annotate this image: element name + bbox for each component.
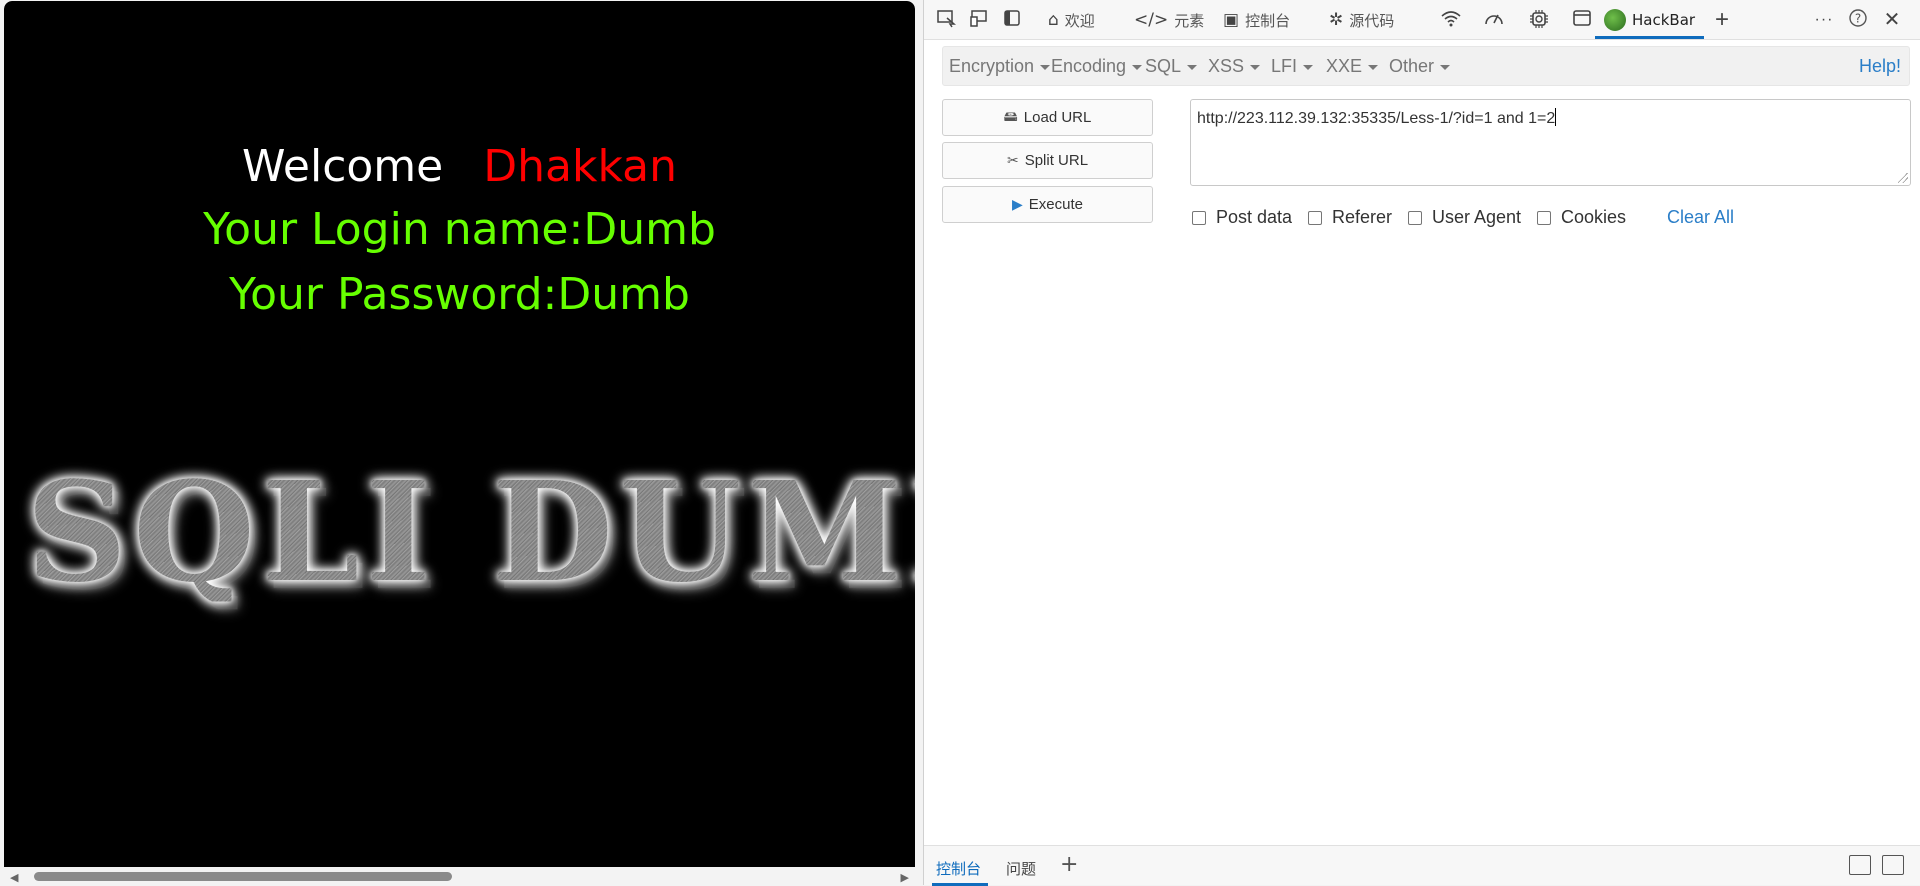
welcome-name: Dhakkan [483,141,678,192]
drawer-tab-console[interactable]: 控制台 [936,858,981,879]
expand-drawer-icon[interactable] [1882,855,1904,875]
plus-icon[interactable]: + [1710,8,1734,32]
cookies-checkbox[interactable] [1537,210,1551,225]
clear-all-link[interactable]: Clear All [1667,207,1734,228]
inspect-icon[interactable] [934,8,958,32]
help-icon[interactable]: ? [1846,8,1870,32]
menu-lfi[interactable]: LFI [1271,56,1314,77]
tab-elements-label: 元素 [1174,11,1205,30]
menu-other[interactable]: Other [1389,56,1451,77]
chevron-down-icon [1132,64,1143,70]
password-line: Your Password:Dumb [229,269,690,320]
url-input[interactable]: http://223.112.39.132:35335/Less-1/?id=1… [1190,99,1911,186]
chevron-down-icon [1040,64,1051,70]
hackbar-logo-icon [1604,9,1626,31]
tab-sources-label: 源代码 [1349,11,1395,30]
post-data-checkbox[interactable] [1192,210,1206,225]
menu-lfi-label: LFI [1271,56,1298,76]
close-icon[interactable]: ✕ [1880,8,1904,32]
menu-other-label: Other [1389,56,1435,76]
tab-elements[interactable]: </> 元素 [1134,6,1204,34]
chevron-down-icon [1250,64,1261,70]
welcome-line: Welcome Dhakkan [4,145,915,189]
home-icon: ⌂ [1048,10,1059,30]
horizontal-scrollbar[interactable]: ◀ ▶ [4,867,915,885]
drawer-add-tab-icon[interactable]: + [1060,852,1078,877]
chip-icon[interactable] [1527,8,1551,32]
referer-option[interactable]: Referer [1308,207,1392,228]
menu-xss[interactable]: XSS [1208,56,1261,77]
load-url-button[interactable]: 🖴 Load URL [942,99,1153,136]
devtools-panel: ⌂ 欢迎 </> 元素 ▣ 控制台 ✲ 源代码 HackBar + ··· ? … [923,0,1920,886]
menu-xss-label: XSS [1208,56,1245,76]
menu-encryption[interactable]: Encryption [949,56,1051,77]
dock-icon[interactable] [1000,8,1024,32]
chevron-down-icon [1440,64,1451,70]
scroll-thumb[interactable] [34,872,452,881]
svg-text:?: ? [1855,12,1861,26]
menu-xxe[interactable]: XXE [1326,56,1379,77]
tab-hackbar[interactable]: HackBar [1604,6,1695,34]
hackbar-menubar: Encryption Encoding SQL XSS LFI XXE Othe… [942,46,1910,86]
gauge-icon[interactable] [1482,8,1506,32]
user-agent-checkbox[interactable] [1408,210,1422,225]
post-data-option[interactable]: Post data [1192,207,1292,228]
load-url-label: Load URL [1023,109,1092,126]
menu-encoding-label: Encoding [1051,56,1127,76]
wifi-icon[interactable] [1439,8,1463,32]
user-agent-option[interactable]: User Agent [1408,207,1521,228]
tab-welcome-label: 欢迎 [1064,11,1095,30]
post-data-label: Post data [1216,207,1293,227]
menu-encryption-label: Encryption [949,56,1035,76]
dock-drawer-icon[interactable] [1849,855,1871,875]
active-tab-indicator [1595,36,1704,39]
drawer-tab-issues[interactable]: 问题 [1006,858,1036,879]
cookies-label: Cookies [1561,207,1627,227]
text-caret [1555,108,1557,126]
more-icon[interactable]: ··· [1812,8,1836,32]
window-icon[interactable] [1570,8,1594,32]
cookies-option[interactable]: Cookies [1537,207,1626,228]
referer-checkbox[interactable] [1308,210,1322,225]
chevron-down-icon [1368,64,1379,70]
execute-button[interactable]: ▶ Execute [942,186,1153,223]
tab-console[interactable]: ▣ 控制台 [1223,6,1290,34]
drawer-tabbar: 控制台 问题 + [924,845,1920,886]
tab-sources[interactable]: ✲ 源代码 [1329,6,1394,34]
play-icon: ▶ [1012,196,1023,212]
tab-hackbar-label: HackBar [1632,11,1696,29]
menu-xxe-label: XXE [1326,56,1363,76]
web-page: Welcome Dhakkan Your Login name:Dumb Your… [4,1,915,867]
execute-label: Execute [1028,196,1083,213]
console-icon: ▣ [1223,10,1240,30]
referer-label: Referer [1332,207,1393,227]
menu-sql[interactable]: SQL [1145,56,1198,77]
device-emulation-icon[interactable] [967,8,991,32]
split-url-button[interactable]: ✂ Split URL [942,142,1153,179]
user-agent-label: User Agent [1432,207,1522,227]
chevron-down-icon [1303,64,1314,70]
login-name-line: Your Login name:Dumb [203,204,716,255]
menu-encoding[interactable]: Encoding [1051,56,1143,77]
tab-welcome[interactable]: ⌂ 欢迎 [1048,6,1095,34]
menu-sql-label: SQL [1145,56,1182,76]
scissors-icon: ✂ [1006,152,1019,168]
sqli-dumb-banner: SQLI DUMB [26,464,915,601]
scroll-right-arrow-icon[interactable]: ▶ [901,871,909,884]
chevron-down-icon [1187,64,1198,70]
browser-viewport: Welcome Dhakkan Your Login name:Dumb Your… [4,1,915,885]
resize-grip-icon[interactable] [1898,173,1908,183]
split-url-label: Split URL [1024,152,1089,169]
welcome-word: Welcome [241,141,444,192]
url-text: http://223.112.39.132:35335/Less-1/?id=1… [1197,110,1556,127]
code-icon: </> [1134,10,1169,30]
bug-icon: ✲ [1329,10,1344,30]
scroll-left-arrow-icon[interactable]: ◀ [10,871,18,884]
tab-console-label: 控制台 [1245,11,1291,30]
help-link[interactable]: Help! [1859,56,1901,77]
load-url-icon: 🖴 [1003,107,1018,124]
devtools-toolbar: ⌂ 欢迎 </> 元素 ▣ 控制台 ✲ 源代码 HackBar + ··· ? … [924,0,1920,40]
